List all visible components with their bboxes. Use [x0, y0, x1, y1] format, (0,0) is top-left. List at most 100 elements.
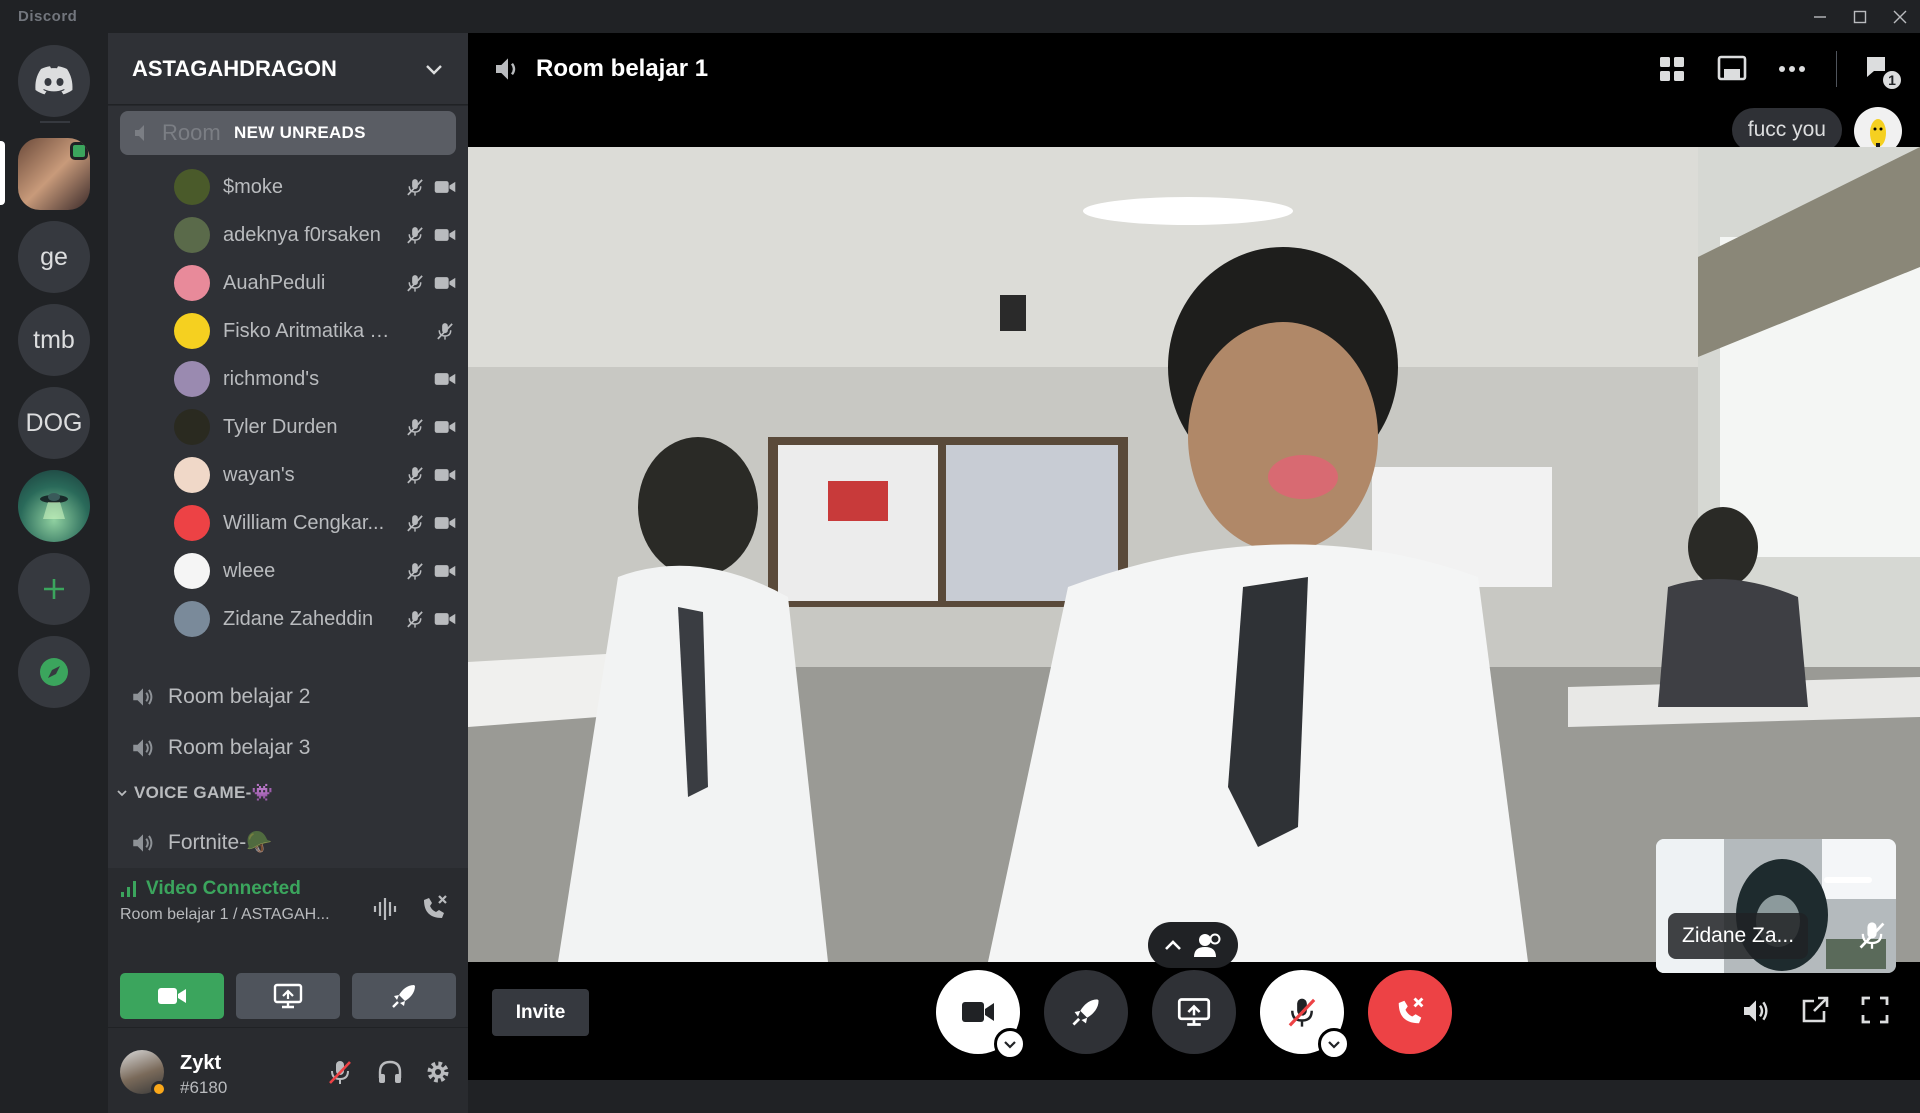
- fullscreen-button[interactable]: [1860, 995, 1892, 1027]
- rail-separator: [40, 121, 70, 123]
- close-button[interactable]: [1880, 0, 1920, 33]
- user-avatar: [174, 265, 210, 301]
- voice-user-row[interactable]: Tyler Durden: [108, 403, 468, 451]
- speaker-icon: [135, 125, 144, 141]
- microphone-muted-icon: [404, 609, 426, 629]
- microphone-muted-icon: [404, 177, 426, 197]
- category-voice-game[interactable]: VOICE GAME-👾: [116, 783, 273, 803]
- user-avatar: [174, 169, 210, 205]
- new-unreads-bar[interactable]: Room NEW UNREADS: [120, 111, 456, 155]
- server-tmb-label: tmb: [33, 325, 75, 354]
- popout-view-button[interactable]: [1716, 53, 1748, 85]
- voice-user-row[interactable]: wayan's: [108, 451, 468, 499]
- leave-call-button[interactable]: [1368, 970, 1452, 1054]
- maximize-button[interactable]: [1840, 0, 1880, 33]
- channel-name: Fortnite-🪖: [168, 831, 273, 854]
- speaker-icon: [133, 834, 153, 852]
- microphone-button[interactable]: [1260, 970, 1350, 1060]
- more-options-button[interactable]: [1776, 53, 1808, 85]
- chevron-down-icon: [1328, 1041, 1340, 1049]
- disconnect-button[interactable]: [418, 892, 450, 924]
- deafen-button[interactable]: [376, 1058, 404, 1086]
- guild-header[interactable]: ASTAGAHDRAGON: [108, 33, 468, 105]
- server-ufo[interactable]: [18, 470, 90, 542]
- username[interactable]: Zykt: [180, 1052, 221, 1075]
- channel-title: Room belajar 1: [536, 55, 709, 82]
- microphone-muted-icon: [404, 225, 426, 245]
- user-avatar: [174, 553, 210, 589]
- share-screen-button[interactable]: [1152, 970, 1236, 1054]
- voice-status[interactable]: Video Connected: [120, 878, 301, 900]
- voice-user-name: $moke: [223, 175, 284, 198]
- user-settings-button[interactable]: [424, 1058, 452, 1086]
- microphone-muted-icon: [404, 417, 426, 437]
- channel-fortnite[interactable]: Fortnite-🪖: [130, 821, 460, 865]
- user-avatar: [174, 217, 210, 253]
- start-activity-button[interactable]: [1044, 970, 1128, 1054]
- voice-user-row[interactable]: wleee: [108, 547, 468, 595]
- voice-location[interactable]: Room belajar 1 / ASTAGAH...: [120, 906, 350, 924]
- camera-options-button[interactable]: [994, 1028, 1026, 1060]
- channel-room-belajar-3[interactable]: Room belajar 3: [130, 726, 460, 770]
- screen-share-button[interactable]: [236, 973, 340, 1019]
- voice-user-row[interactable]: AuahPeduli: [108, 259, 468, 307]
- voice-user-row[interactable]: William Cengkar...: [108, 499, 468, 547]
- voice-user-name: Tyler Durden: [223, 415, 338, 438]
- discord-home-button[interactable]: [18, 45, 90, 117]
- voice-user-row[interactable]: Zidane Zaheddin: [108, 595, 468, 643]
- chevron-up-icon: [1165, 940, 1181, 950]
- noise-suppression-button[interactable]: [370, 894, 400, 924]
- minimize-button[interactable]: [1800, 0, 1840, 33]
- plus-icon: [44, 579, 64, 599]
- external-link-icon: [1802, 996, 1829, 1023]
- voice-user-row[interactable]: adeknya f0rsaken: [108, 211, 468, 259]
- category-label: VOICE GAME-👾: [134, 783, 274, 802]
- rocket-icon: [392, 985, 415, 1008]
- video-camera-icon: [434, 369, 456, 389]
- grid-view-button[interactable]: [1656, 53, 1688, 85]
- invite-button[interactable]: Invite: [492, 989, 589, 1036]
- activity-button[interactable]: [352, 973, 456, 1019]
- chevron-down-icon: [1004, 1041, 1016, 1049]
- channel-name: Room belajar 2: [168, 685, 311, 708]
- channel-room-belajar-2[interactable]: Room belajar 2: [130, 675, 460, 719]
- chevron-down-icon: [426, 64, 442, 75]
- phone-hangup-icon: [424, 895, 447, 918]
- user-avatar: [174, 601, 210, 637]
- video-camera-icon: [434, 177, 456, 197]
- active-server-pill: [0, 141, 5, 205]
- camera-button[interactable]: [936, 970, 1026, 1060]
- user-avatar: [174, 409, 210, 445]
- server-astagahdragon[interactable]: [18, 138, 90, 210]
- add-server-button[interactable]: [18, 553, 90, 625]
- rocket-icon: [1072, 999, 1099, 1026]
- video-camera-icon: [434, 273, 456, 293]
- user-tag: #6180: [180, 1078, 228, 1097]
- mute-microphone-button[interactable]: [326, 1058, 354, 1086]
- user-panel: Zykt #6180: [108, 1028, 468, 1113]
- chat-toggle-button[interactable]: 1: [1863, 53, 1903, 91]
- microphone-options-button[interactable]: [1318, 1028, 1350, 1060]
- volume-button[interactable]: [1740, 995, 1772, 1027]
- volume-icon: [1744, 1000, 1768, 1022]
- server-ge[interactable]: ge: [18, 221, 90, 293]
- picture-in-picture-icon: [1717, 55, 1747, 81]
- video-toggle-button[interactable]: [120, 973, 224, 1019]
- grid-icon: [1660, 57, 1684, 81]
- channel-sidebar: ASTAGAHDRAGON Room NEW UNREADS $moke adek…: [108, 33, 468, 1113]
- server-dog[interactable]: DOG: [18, 387, 90, 459]
- popout-button[interactable]: [1800, 995, 1832, 1027]
- channel-name: Room belajar 3: [168, 736, 311, 759]
- user-avatar[interactable]: [120, 1050, 167, 1097]
- voice-user-row[interactable]: Fisko Aritmatika Yuri: [108, 307, 468, 355]
- server-tmb[interactable]: tmb: [18, 304, 90, 376]
- explore-servers-button[interactable]: [18, 636, 90, 708]
- server-dog-label: DOG: [25, 408, 83, 437]
- video-camera-icon: [434, 417, 456, 437]
- call-header: Room belajar 1 1: [468, 33, 1920, 105]
- voice-user-row[interactable]: richmond's: [108, 355, 468, 403]
- pip-video-tile[interactable]: Zidane Za...: [1656, 839, 1896, 973]
- chat-message-bubble[interactable]: fucc you: [1731, 108, 1842, 152]
- voice-user-row[interactable]: $moke: [108, 163, 468, 211]
- guild-name: ASTAGAHDRAGON: [132, 55, 337, 81]
